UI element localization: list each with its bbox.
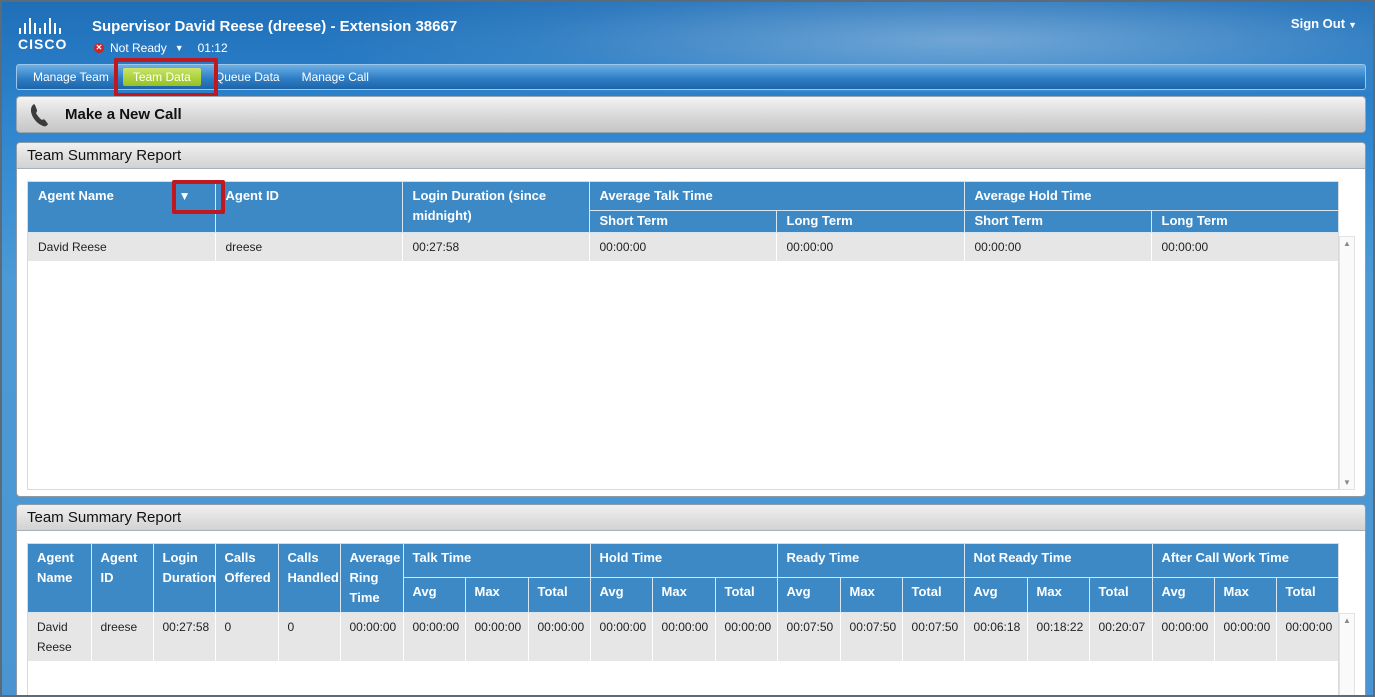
report-table-container: Agent Name Agent ID Login Duration Calls… (27, 543, 1339, 695)
col-calls-handled[interactable]: Calls Handled (278, 544, 341, 613)
cell-notready-total: 00:20:07 (1089, 612, 1153, 661)
col-acw-max[interactable]: Max (1214, 577, 1277, 613)
cell-acw-avg: 00:00:00 (1152, 612, 1215, 661)
col-group-hold-time: Hold Time (590, 544, 778, 579)
scroll-down-icon[interactable]: ▼ (1343, 478, 1351, 487)
cell-ready-avg: 00:07:50 (777, 612, 841, 661)
cell-login-duration: 00:27:58 (153, 612, 216, 661)
col-hold-avg[interactable]: Avg (590, 577, 653, 613)
col-talk-long[interactable]: Long Term (776, 210, 965, 233)
col-ready-total[interactable]: Total (902, 577, 965, 613)
page-title: Supervisor David Reese (dreese) - Extens… (92, 18, 458, 35)
col-notready-max[interactable]: Max (1027, 577, 1090, 613)
cell-calls-offered: 0 (215, 612, 279, 661)
scroll-up-icon[interactable]: ▲ (1343, 239, 1351, 248)
col-talk-short[interactable]: Short Term (589, 210, 777, 233)
tab-manage-team[interactable]: Manage Team (25, 68, 117, 86)
status-label[interactable]: Not Ready (110, 41, 167, 55)
tab-manage-call[interactable]: Manage Call (294, 68, 377, 86)
cell-acw-total: 00:00:00 (1276, 612, 1338, 661)
col-hold-long[interactable]: Long Term (1151, 210, 1338, 233)
panel-title: Team Summary Report (17, 143, 1365, 169)
highlight-sort-arrow (172, 180, 225, 214)
tab-queue-data[interactable]: Queue Data (207, 68, 288, 86)
cell-talk-total: 00:00:00 (528, 612, 591, 661)
cell-agent-name: David Reese (28, 232, 216, 261)
cell-calls-handled: 0 (278, 612, 341, 661)
make-new-call-bar[interactable]: Make a New Call (16, 96, 1366, 133)
col-agent-name[interactable]: Agent Name (28, 544, 92, 613)
app-window: CISCO Supervisor David Reese (dreese) - … (0, 0, 1375, 697)
col-hold-max[interactable]: Max (652, 577, 716, 613)
main-nav: Manage Team Team Data Queue Data Manage … (16, 64, 1366, 90)
col-group-avg-hold: Average Hold Time (964, 182, 1338, 211)
scrollbar[interactable]: ▲ ▼ (1339, 236, 1355, 490)
col-notready-total[interactable]: Total (1089, 577, 1153, 613)
col-notready-avg[interactable]: Avg (964, 577, 1028, 613)
col-group-avg-talk: Average Talk Time (589, 182, 965, 211)
cell-talk-long: 00:00:00 (776, 232, 965, 261)
cell-talk-avg: 00:00:00 (403, 612, 466, 661)
col-talk-avg[interactable]: Avg (403, 577, 466, 613)
cell-acw-max: 00:00:00 (1214, 612, 1277, 661)
cell-avg-ring: 00:00:00 (340, 612, 404, 661)
cell-login-duration: 00:27:58 (402, 232, 590, 261)
col-group-not-ready-time: Not Ready Time (964, 544, 1153, 579)
cell-agent-id: dreese (91, 612, 154, 661)
status-timer: 01:12 (197, 41, 228, 55)
cell-notready-max: 00:18:22 (1027, 612, 1090, 661)
col-talk-max[interactable]: Max (465, 577, 529, 613)
team-summary-panel-2: Team Summary Report Agent Name Agent ID … (16, 504, 1366, 695)
sign-out-button[interactable]: Sign Out ▼ (1291, 16, 1357, 31)
cell-hold-total: 00:00:00 (715, 612, 778, 661)
table-row[interactable]: David Reese dreese 00:27:58 0 0 00:00:00… (28, 612, 1338, 661)
col-agent-name-label[interactable]: Agent Name (38, 188, 114, 203)
col-login-duration[interactable]: Login Duration (since midnight) (402, 182, 590, 233)
report-table-container: Agent Name ▼ Agent ID Login Duration (si… (27, 181, 1339, 490)
col-hold-total[interactable]: Total (715, 577, 778, 613)
make-new-call-label[interactable]: Make a New Call (65, 106, 182, 123)
cell-ready-max: 00:07:50 (840, 612, 903, 661)
col-acw-total[interactable]: Total (1276, 577, 1338, 613)
cell-talk-max: 00:00:00 (465, 612, 529, 661)
cell-hold-short: 00:00:00 (964, 232, 1152, 261)
cell-hold-long: 00:00:00 (1151, 232, 1338, 261)
col-acw-avg[interactable]: Avg (1152, 577, 1215, 613)
cell-hold-max: 00:00:00 (652, 612, 716, 661)
col-avg-ring-time[interactable]: Average Ring Time (340, 544, 404, 613)
cell-ready-total: 00:07:50 (902, 612, 965, 661)
col-group-talk-time: Talk Time (403, 544, 591, 579)
col-login-duration[interactable]: Login Duration (153, 544, 216, 613)
scroll-up-icon[interactable]: ▲ (1343, 616, 1351, 625)
col-ready-max[interactable]: Max (840, 577, 903, 613)
col-group-acw-time: After Call Work Time (1152, 544, 1338, 579)
cisco-logo: CISCO (18, 16, 80, 52)
header-bar: CISCO Supervisor David Reese (dreese) - … (2, 2, 1373, 92)
col-ready-avg[interactable]: Avg (777, 577, 841, 613)
cell-notready-avg: 00:06:18 (964, 612, 1028, 661)
scrollbar[interactable]: ▲ (1339, 613, 1355, 695)
col-agent-id[interactable]: Agent ID (91, 544, 154, 613)
cisco-logo-bars (19, 16, 80, 34)
panel-title: Team Summary Report (17, 505, 1365, 531)
cell-talk-short: 00:00:00 (589, 232, 777, 261)
col-group-ready-time: Ready Time (777, 544, 965, 579)
phone-icon (30, 103, 48, 126)
chevron-down-icon[interactable]: ▼ (175, 43, 184, 53)
chevron-down-icon[interactable]: ▼ (1348, 20, 1357, 30)
not-ready-icon: ✕ (94, 43, 104, 53)
col-agent-id[interactable]: Agent ID (215, 182, 403, 233)
col-hold-short[interactable]: Short Term (964, 210, 1152, 233)
table-row[interactable]: David Reese dreese 00:27:58 00:00:00 00:… (28, 232, 1338, 261)
cell-hold-avg: 00:00:00 (590, 612, 653, 661)
col-calls-offered[interactable]: Calls Offered (215, 544, 279, 613)
agent-status[interactable]: ✕ Not Ready ▼ 01:12 (94, 41, 228, 55)
highlight-team-data (114, 58, 218, 97)
col-talk-total[interactable]: Total (528, 577, 591, 613)
sign-out-label[interactable]: Sign Out (1291, 16, 1345, 31)
cell-agent-name: David Reese (28, 612, 92, 661)
team-summary-detail-table: Agent Name Agent ID Login Duration Calls… (28, 544, 1338, 661)
cell-agent-id: dreese (215, 232, 403, 261)
cisco-logo-text: CISCO (18, 36, 68, 52)
